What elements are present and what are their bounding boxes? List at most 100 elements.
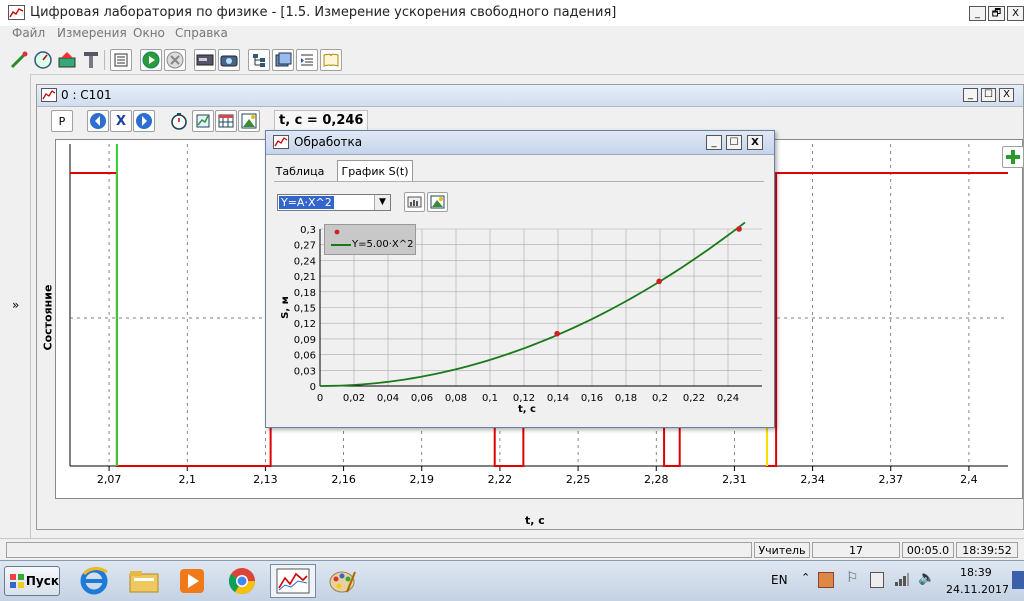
file-explorer-icon[interactable] xyxy=(124,564,164,598)
x-tick-label: 2,19 xyxy=(410,473,435,486)
flag-tray-icon[interactable]: ⚐ xyxy=(846,570,859,586)
start-button[interactable]: Пуск xyxy=(4,566,60,596)
chrome-icon[interactable] xyxy=(222,564,262,598)
manual-icon[interactable] xyxy=(320,49,342,71)
add-plot-button[interactable] xyxy=(1002,146,1024,168)
volume-tray-icon[interactable]: 🔈 xyxy=(918,570,935,586)
processing-dialog-title: Обработка xyxy=(294,135,363,149)
fit-y-tick-label: 0,09 xyxy=(294,335,316,346)
camera-icon[interactable] xyxy=(218,49,240,71)
x-tick-label: 2,4 xyxy=(960,473,978,486)
status-elapsed: 00:05.0 xyxy=(902,542,954,558)
menu-file[interactable]: Файл xyxy=(12,26,45,40)
legend-line-swatch xyxy=(331,244,351,246)
device-tray-icon[interactable] xyxy=(870,572,884,588)
tree-icon[interactable] xyxy=(248,49,270,71)
dialog-minimize-button[interactable]: _ xyxy=(706,135,722,150)
x-tick-label: 2,07 xyxy=(97,473,122,486)
fit-x-tick-label: 0,24 xyxy=(717,393,739,404)
status-clock: 18:39:52 xyxy=(956,542,1018,558)
menu-window[interactable]: Окно xyxy=(133,26,165,40)
left-dock-strip: » xyxy=(0,74,31,544)
list-icon[interactable] xyxy=(110,49,132,71)
taskbar-time[interactable]: 18:39 xyxy=(960,566,992,579)
chevron-down-icon[interactable]: ▼ xyxy=(374,195,390,210)
child-minimize-button[interactable]: _ xyxy=(963,88,978,102)
show-hidden-icons[interactable]: ⌃ xyxy=(801,571,810,584)
x-tick-label: 2,22 xyxy=(488,473,512,486)
tab-graph[interactable]: График S(t) xyxy=(337,160,413,182)
fit-x-axis-label: t, c xyxy=(518,404,536,415)
tool-icon[interactable] xyxy=(80,49,102,71)
taskbar-date[interactable]: 24.11.2017 xyxy=(946,583,1009,596)
terminal-icon[interactable] xyxy=(56,49,78,71)
fit-x-tick-label: 0,1 xyxy=(482,393,498,404)
show-desktop-button[interactable] xyxy=(1012,571,1024,589)
gauge-icon[interactable] xyxy=(32,49,54,71)
fit-x-tick-label: 0,06 xyxy=(411,393,433,404)
media-player-icon[interactable] xyxy=(172,564,212,598)
processing-dialog-title-bar[interactable]: Обработка _ ☐ X xyxy=(266,131,774,155)
indent-icon[interactable] xyxy=(296,49,318,71)
book-icon[interactable] xyxy=(272,49,294,71)
fit-y-tick-label: 0,24 xyxy=(294,256,316,267)
processing-icon xyxy=(273,135,289,149)
x-tick-label: 2,16 xyxy=(331,473,356,486)
fit-y-tick-label: 0,3 xyxy=(300,225,316,236)
x-tick-label: 2,1 xyxy=(179,473,197,486)
legend-fit-label: Y=5.00·X^2 xyxy=(352,239,414,250)
fit-x-tick-label: 0,08 xyxy=(445,393,467,404)
probe-icon[interactable] xyxy=(8,49,30,71)
p-button[interactable]: P xyxy=(51,110,73,132)
close-button[interactable]: X xyxy=(1007,6,1024,21)
status-count: 17 xyxy=(812,542,900,558)
chart-settings-button[interactable] xyxy=(238,110,260,132)
time-readout: t, c = 0,246 xyxy=(274,110,369,132)
minimize-button[interactable]: _ xyxy=(969,6,986,21)
paint-icon[interactable] xyxy=(322,564,362,598)
fit-x-tick-label: 0,16 xyxy=(581,393,603,404)
x-tick-label: 2,13 xyxy=(253,473,278,486)
processing-button[interactable] xyxy=(192,110,214,132)
tab-table[interactable]: Таблица xyxy=(274,161,326,181)
network-tray-icon[interactable] xyxy=(894,571,910,590)
restore-button[interactable]: 🗗 xyxy=(988,6,1005,21)
language-indicator[interactable]: EN xyxy=(771,573,788,587)
dialog-maximize-button[interactable]: ☐ xyxy=(726,135,742,150)
x-tick-label: 2,34 xyxy=(800,473,825,486)
fit-y-tick-label: 0 xyxy=(310,382,316,393)
internet-explorer-icon[interactable] xyxy=(74,564,114,598)
processing-dialog: Обработка _ ☐ X Таблица График S(t) Y=A·… xyxy=(265,130,775,428)
taskbar: Пуск EN ⌃ ⚐ 🔈 18:39 24.11.2017 xyxy=(0,560,1024,601)
stop-icon[interactable] xyxy=(164,49,186,71)
child-maximize-button[interactable]: ☐ xyxy=(981,88,996,102)
fit-calc-button[interactable] xyxy=(404,192,425,212)
expand-panel-button[interactable]: » xyxy=(12,298,19,312)
menu-help[interactable]: Справка xyxy=(175,26,228,40)
formula-select[interactable]: Y=A·X^2 ▼ xyxy=(277,194,391,211)
fit-x-tick-label: 0,2 xyxy=(652,393,668,404)
physics-lab-task-icon[interactable] xyxy=(270,564,316,598)
measurement-window-title-bar: 0 : C101 _ ☐ X xyxy=(37,85,1023,107)
fit-legend: Y=5.00·X^2 xyxy=(324,224,416,255)
fit-y-tick-label: 0,21 xyxy=(294,272,316,283)
forward-button[interactable] xyxy=(133,110,155,132)
time-axis-label: t, c xyxy=(525,514,545,527)
graph-settings-button[interactable] xyxy=(427,192,448,212)
dialog-close-button[interactable]: X xyxy=(747,135,763,150)
back-button[interactable] xyxy=(87,110,109,132)
measurement-window-title: 0 : C101 xyxy=(61,88,112,102)
x-button[interactable]: X xyxy=(110,110,132,132)
menu-bar: Файл Измерения Окно Справка xyxy=(0,26,1024,46)
play-icon[interactable] xyxy=(140,49,162,71)
formula-select-value: Y=A·X^2 xyxy=(279,196,334,209)
fit-y-tick-label: 0,03 xyxy=(294,366,316,377)
table-button[interactable] xyxy=(215,110,237,132)
device-icon[interactable] xyxy=(194,49,216,71)
stopwatch-button[interactable] xyxy=(168,110,190,132)
menu-measurements[interactable]: Измерения xyxy=(57,26,127,40)
child-close-button[interactable]: X xyxy=(999,88,1014,102)
antivirus-tray-icon[interactable] xyxy=(818,572,834,588)
x-tick-label: 2,31 xyxy=(722,473,747,486)
chart-window-icon xyxy=(41,88,57,102)
